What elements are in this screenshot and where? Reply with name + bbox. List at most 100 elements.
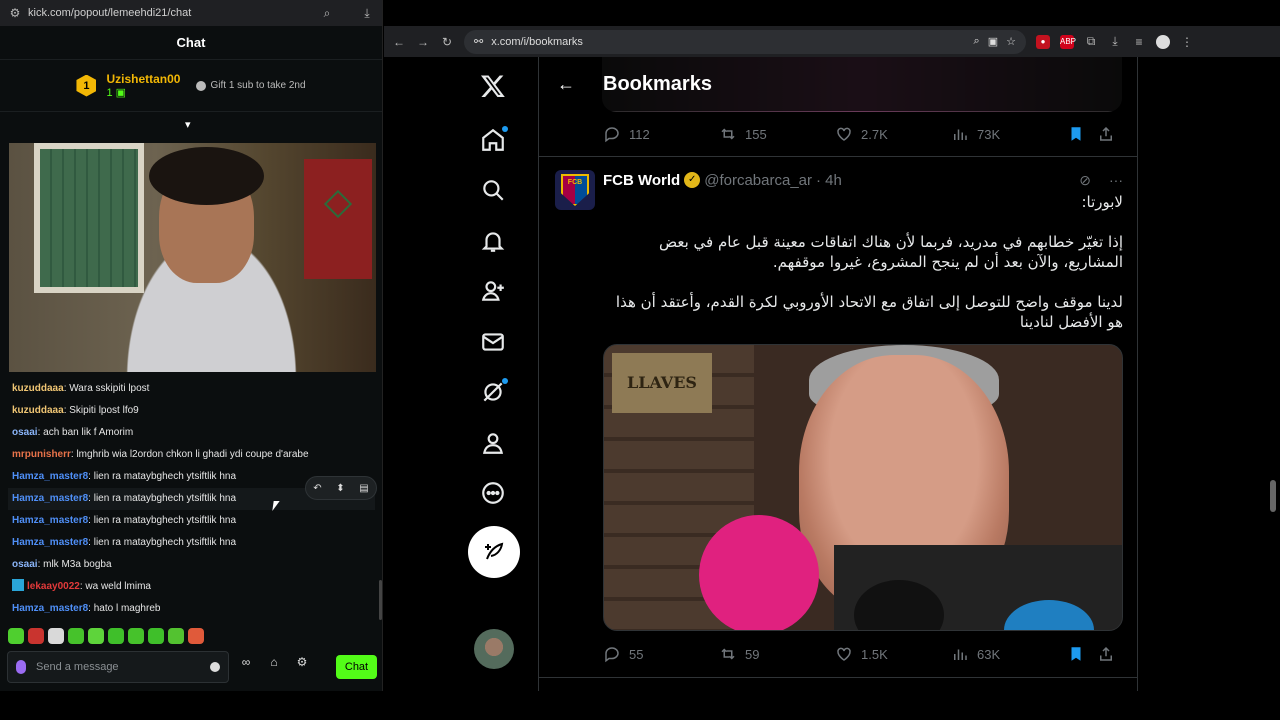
chat-message[interactable]: mrpunisherr: lmghrib wia l2ordon chkon l… bbox=[0, 444, 383, 466]
chat-username[interactable]: lekaay0022 bbox=[27, 581, 80, 592]
site-info-icon[interactable]: ⚯ bbox=[474, 35, 483, 48]
chat-message[interactable]: osaai: ach ban lik f Amorim bbox=[0, 422, 383, 444]
menu-kebab-icon[interactable]: ⋮ bbox=[1180, 35, 1194, 49]
emoji-icon[interactable] bbox=[210, 662, 220, 672]
views-button[interactable]: 73K bbox=[951, 125, 1067, 143]
bookmark-button[interactable] bbox=[1067, 125, 1097, 143]
chat-username[interactable]: Hamza_master8 bbox=[12, 493, 88, 504]
pin-icon[interactable]: ⬍ bbox=[336, 483, 344, 494]
delete-icon[interactable]: ▤ bbox=[359, 483, 368, 494]
reply-icon[interactable]: ↶ bbox=[313, 483, 321, 494]
mic-icon[interactable] bbox=[16, 660, 26, 674]
extensions-puzzle-icon[interactable]: ⧉ bbox=[1084, 34, 1098, 49]
chat-username[interactable]: Hamza_master8 bbox=[12, 471, 88, 482]
views-button[interactable]: 63K bbox=[951, 645, 1067, 663]
messages-mail-icon[interactable] bbox=[468, 322, 518, 362]
home-icon[interactable] bbox=[468, 120, 518, 160]
bookmark-button[interactable] bbox=[1067, 645, 1097, 663]
emote-icon[interactable] bbox=[128, 628, 144, 644]
repost-button[interactable]: 59 bbox=[719, 645, 835, 663]
chat-message[interactable]: Hamza_master8: lien ra mataybghech ytsif… bbox=[0, 510, 383, 532]
emote-icon[interactable] bbox=[88, 628, 104, 644]
chat-username[interactable]: osaai bbox=[12, 559, 38, 570]
emote-icon[interactable] bbox=[68, 628, 84, 644]
more-circle-icon[interactable] bbox=[468, 473, 518, 513]
tweet-time[interactable]: · 4h bbox=[816, 172, 842, 189]
media-queue-icon[interactable]: ≡ bbox=[1132, 35, 1146, 49]
chat-message[interactable]: osaai: mlk M3a bogba bbox=[0, 554, 383, 576]
page-title: Bookmarks bbox=[603, 72, 712, 95]
x-logo-icon[interactable] bbox=[468, 66, 518, 106]
gift-cta[interactable]: Gift 1 sub to take 2nd bbox=[196, 80, 306, 91]
tweet-author-avatar[interactable]: FCB bbox=[555, 170, 595, 210]
extension-abp-icon[interactable]: ABP bbox=[1060, 34, 1076, 49]
account-avatar[interactable] bbox=[474, 629, 514, 669]
chat-send-button[interactable]: Chat bbox=[336, 655, 377, 679]
chat-username[interactable]: mrpunisherr bbox=[12, 449, 71, 460]
webcam-overlay bbox=[9, 143, 376, 372]
download-icon[interactable]: ⤓ bbox=[1108, 34, 1122, 49]
notifications-bell-icon[interactable] bbox=[468, 221, 518, 261]
chat-username[interactable]: kuzuddaaa bbox=[12, 405, 64, 416]
address-bar[interactable]: ⚯ x.com/i/bookmarks ⌕ ▣ ☆ bbox=[464, 29, 1026, 54]
chat-scrollbar[interactable] bbox=[379, 580, 382, 620]
share-button[interactable] bbox=[1097, 125, 1117, 143]
chat-username[interactable]: Hamza_master8 bbox=[12, 515, 88, 526]
emote-icon[interactable] bbox=[148, 628, 164, 644]
profile-icon[interactable] bbox=[1156, 34, 1170, 49]
reload-icon[interactable]: ↻ bbox=[440, 35, 454, 49]
explore-search-icon[interactable] bbox=[468, 170, 518, 210]
extension-red-icon[interactable]: ● bbox=[1036, 34, 1050, 49]
emote-icon[interactable] bbox=[108, 628, 124, 644]
follow-add-person-icon[interactable] bbox=[468, 271, 518, 311]
chat-message[interactable]: Hamza_master8: hato l maghreb bbox=[0, 598, 383, 620]
store-icon[interactable]: ⌂ bbox=[266, 655, 282, 669]
settings-gear-icon[interactable]: ⚙ bbox=[294, 655, 310, 669]
zoom-icon[interactable]: ⌕ bbox=[974, 35, 980, 48]
compose-post-button[interactable] bbox=[468, 526, 520, 578]
emote-icon[interactable] bbox=[8, 628, 24, 644]
grok-icon[interactable] bbox=[468, 372, 518, 412]
grok-icon[interactable]: ⊘ bbox=[1079, 172, 1091, 189]
reply-button[interactable]: 112 bbox=[603, 125, 719, 143]
like-button[interactable]: 1.5K bbox=[835, 645, 951, 663]
chat-username[interactable]: osaai bbox=[12, 427, 38, 438]
kick-url-text[interactable]: kick.com/popout/lemeehdi21/chat bbox=[28, 7, 314, 19]
points-icon[interactable]: ∞ bbox=[238, 655, 254, 669]
cast-icon[interactable]: ▣ bbox=[988, 35, 998, 48]
top-gifter-banner[interactable]: 1 Uzishettan00 1 ▣ Gift 1 sub to take 2n… bbox=[0, 60, 382, 112]
back-arrow-icon[interactable]: ← bbox=[557, 74, 575, 95]
chat-message[interactable]: kuzuddaaa: Skipiti lpost lfo9 bbox=[0, 400, 383, 422]
share-button[interactable] bbox=[1097, 645, 1117, 663]
chat-message[interactable]: Hamza_master8: lien ra mataybghech ytsif… bbox=[0, 532, 383, 554]
chat-message[interactable]: kuzuddaaa: Wara sskipiti lpost bbox=[0, 378, 383, 400]
like-button[interactable]: 2.7K bbox=[835, 125, 951, 143]
tweet-media-image[interactable]: LLAVES bbox=[603, 344, 1123, 631]
chat-username[interactable]: Hamza_master8 bbox=[12, 603, 88, 614]
chat-username[interactable]: kuzuddaaa bbox=[12, 383, 64, 394]
chat-input[interactable] bbox=[36, 661, 200, 673]
download-icon[interactable]: ⤓ bbox=[360, 6, 374, 20]
gift-icon bbox=[196, 80, 207, 91]
chat-message[interactable]: lekaay0022: wa weld lmima bbox=[0, 576, 383, 598]
door-plaque: LLAVES bbox=[612, 353, 712, 413]
tweet-author-name[interactable]: FCB World bbox=[603, 172, 680, 189]
emote-icon[interactable] bbox=[48, 628, 64, 644]
address-text[interactable]: x.com/i/bookmarks bbox=[491, 36, 965, 48]
tune-icon[interactable]: ⚙ bbox=[8, 6, 22, 20]
profile-person-icon[interactable] bbox=[468, 423, 518, 463]
bookmark-star-icon[interactable]: ☆ bbox=[1006, 35, 1016, 48]
zoom-icon[interactable]: ⌕ bbox=[320, 6, 334, 20]
chat-username[interactable]: Hamza_master8 bbox=[12, 537, 88, 548]
forward-arrow-icon[interactable]: → bbox=[416, 35, 430, 49]
tweet-author-handle[interactable]: @forcabarca_ar bbox=[704, 172, 812, 189]
repost-button[interactable]: 155 bbox=[719, 125, 835, 143]
emote-icon[interactable] bbox=[28, 628, 44, 644]
emote-icon[interactable] bbox=[168, 628, 184, 644]
page-scrollbar[interactable] bbox=[1270, 480, 1276, 512]
more-dots-icon[interactable]: ··· bbox=[1109, 172, 1123, 188]
collapse-chevron-icon[interactable]: ▾ bbox=[185, 118, 191, 131]
emote-icon[interactable] bbox=[188, 628, 204, 644]
reply-button[interactable]: 55 bbox=[603, 645, 719, 663]
back-arrow-icon[interactable]: ← bbox=[392, 35, 406, 49]
